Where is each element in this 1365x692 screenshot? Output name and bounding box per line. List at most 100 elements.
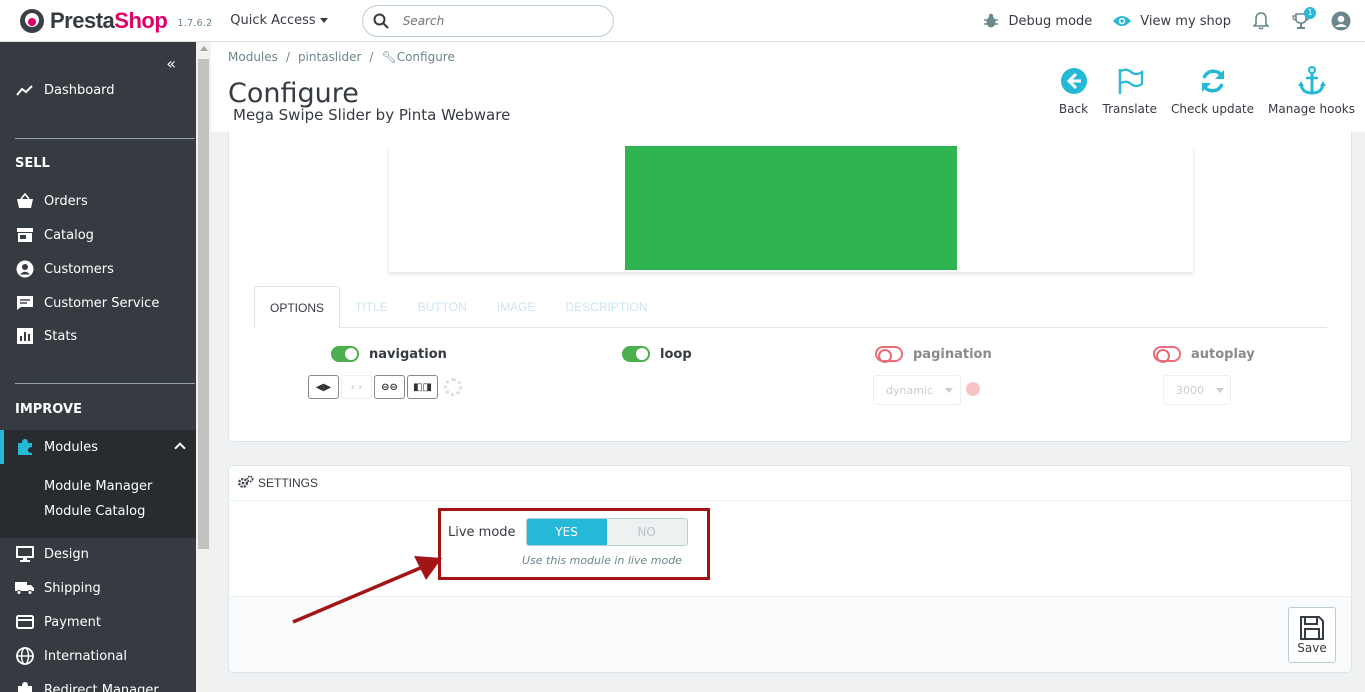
- puzzle-icon: [15, 437, 35, 457]
- autoplay-delay-select[interactable]: 3000: [1163, 375, 1231, 405]
- translate-button[interactable]: Translate: [1102, 66, 1158, 116]
- sidebar-item-design[interactable]: Design: [0, 537, 196, 571]
- user-circle-icon: [1331, 11, 1351, 31]
- sidebar: « Dashboard SELL Orders Catalog Customer…: [0, 42, 196, 692]
- puzzle-icon: [15, 680, 35, 692]
- credit-card-icon: [15, 612, 35, 632]
- sidebar-item-shipping[interactable]: Shipping: [0, 571, 196, 605]
- chat-icon: [15, 293, 35, 313]
- breadcrumb-pintaslider[interactable]: pintaslider: [298, 50, 361, 64]
- sidebar-item-international[interactable]: International: [0, 639, 196, 673]
- scroll-up-arrow-icon[interactable]: [200, 46, 208, 51]
- check-update-label: Check update: [1171, 102, 1255, 116]
- employee-news-button[interactable]: 1: [1291, 7, 1316, 31]
- sidebar-item-label: Modules: [44, 439, 99, 455]
- back-label: Back: [1058, 102, 1089, 116]
- sidebar-item-label: Orders: [44, 193, 88, 209]
- sidebar-item-payment[interactable]: Payment: [0, 605, 196, 639]
- sidebar-item-label: Customer Service: [44, 295, 160, 311]
- pagination-type-select[interactable]: dynamic: [873, 375, 961, 405]
- sidebar-item-label: Catalog: [44, 227, 94, 243]
- sidebar-divider: [15, 383, 195, 384]
- view-my-shop-label: View my shop: [1140, 13, 1231, 29]
- section-title-improve: IMPROVE: [15, 402, 82, 417]
- sidebar-item-dashboard[interactable]: Dashboard: [0, 73, 196, 107]
- sidebar-scrollbar[interactable]: [196, 42, 211, 692]
- bug-icon: [981, 11, 1001, 31]
- quick-access-dropdown[interactable]: Quick Access: [230, 13, 328, 28]
- section-title-sell: SELL: [15, 156, 50, 171]
- toolbar: Back Translate Check update Manage hooks: [1059, 66, 1355, 116]
- sidebar-divider: [15, 138, 195, 139]
- cogs-icon: [238, 475, 254, 492]
- sidebar-item-customers[interactable]: Customers: [0, 252, 196, 286]
- prestashop-logo-icon: [20, 8, 44, 33]
- account-button[interactable]: [1331, 11, 1351, 31]
- flag-icon: [1115, 66, 1145, 96]
- top-bar: PrestaShop 1.7.6.2 Quick Access Debug mo…: [0, 0, 1365, 42]
- pagination-option: pagination: [875, 346, 992, 363]
- prestashop-logo[interactable]: PrestaShop: [20, 8, 168, 34]
- notifications-button[interactable]: [1251, 11, 1271, 31]
- monitor-icon: [15, 544, 35, 564]
- settings-panel-header: SETTINGS: [229, 466, 1351, 501]
- search-input[interactable]: [402, 13, 583, 28]
- autoplay-toggle[interactable]: [1153, 346, 1181, 363]
- chevron-down-icon: [1216, 387, 1224, 393]
- sidebar-item-customer-service[interactable]: Customer Service: [0, 286, 196, 320]
- truck-icon: [15, 578, 35, 598]
- back-button[interactable]: Back: [1059, 66, 1089, 116]
- store-icon: [15, 225, 35, 245]
- navigation-label: navigation: [369, 346, 447, 362]
- sidebar-subitem-module-catalog[interactable]: Module Catalog: [44, 504, 145, 519]
- sidebar-item-label: International: [44, 648, 127, 664]
- sidebar-subitem-module-manager[interactable]: Module Manager: [44, 479, 152, 494]
- nav-style-arrows-solid[interactable]: ◀▶: [308, 375, 339, 399]
- save-label: Save: [1297, 641, 1327, 655]
- save-button[interactable]: Save: [1288, 607, 1336, 663]
- sidebar-item-label: Customers: [44, 261, 114, 277]
- breadcrumb-modules[interactable]: Modules: [228, 50, 278, 64]
- sidebar-item-stats[interactable]: Stats: [0, 319, 196, 353]
- nav-style-arrows-thin[interactable]: ‹ ›: [341, 375, 372, 399]
- annotation-arrow-icon: [292, 556, 442, 624]
- translate-label: Translate: [1102, 102, 1158, 116]
- floppy-disk-icon: [1300, 616, 1324, 640]
- wrench-icon: 🔧︎: [381, 50, 397, 64]
- loop-toggle[interactable]: [622, 346, 650, 362]
- scrollbar-thumb[interactable]: [198, 59, 209, 549]
- pagination-toggle[interactable]: [875, 346, 903, 363]
- caret-down-icon: [319, 18, 328, 23]
- arrow-left-circle-icon: [1059, 66, 1089, 96]
- autoplay-option: autoplay: [1153, 346, 1255, 363]
- collapse-sidebar-icon[interactable]: «: [166, 54, 176, 73]
- tab-description[interactable]: DESCRIPTION: [550, 286, 662, 328]
- debug-mode-link[interactable]: Debug mode: [981, 11, 1092, 31]
- view-my-shop-link[interactable]: View my shop: [1112, 11, 1231, 31]
- tab-options[interactable]: OPTIONS: [254, 286, 341, 329]
- chevron-up-icon: [174, 442, 186, 454]
- search-box[interactable]: [361, 4, 614, 37]
- bar-chart-icon: [15, 326, 35, 346]
- sidebar-item-label: Redirect Manager: [44, 682, 159, 692]
- tab-title[interactable]: TITLE: [340, 286, 403, 328]
- page-title: Configure: [228, 78, 359, 109]
- sidebar-item-modules[interactable]: Modules: [0, 430, 196, 464]
- account-circle-icon: [15, 259, 35, 279]
- quick-access-label: Quick Access: [230, 13, 316, 28]
- sidebar-item-redirect-manager[interactable]: Redirect Manager: [0, 673, 196, 692]
- autoplay-label: autoplay: [1191, 346, 1255, 362]
- tab-button[interactable]: BUTTON: [403, 286, 482, 328]
- nav-style-square-arrows[interactable]: ◧◨: [407, 375, 438, 399]
- sidebar-item-orders[interactable]: Orders: [0, 184, 196, 218]
- check-update-button[interactable]: Check update: [1171, 66, 1254, 116]
- search-icon: [373, 13, 389, 29]
- autoplay-delay-value: 3000: [1176, 383, 1204, 397]
- tab-image[interactable]: IMAGE: [482, 286, 551, 328]
- sidebar-item-label: Stats: [44, 328, 78, 344]
- nav-style-circle-arrows[interactable]: ⊖⊖: [374, 375, 405, 399]
- sidebar-item-catalog[interactable]: Catalog: [0, 218, 196, 252]
- navigation-toggle[interactable]: [331, 346, 359, 362]
- trending-up-icon: [15, 80, 35, 100]
- manage-hooks-button[interactable]: Manage hooks: [1268, 66, 1355, 116]
